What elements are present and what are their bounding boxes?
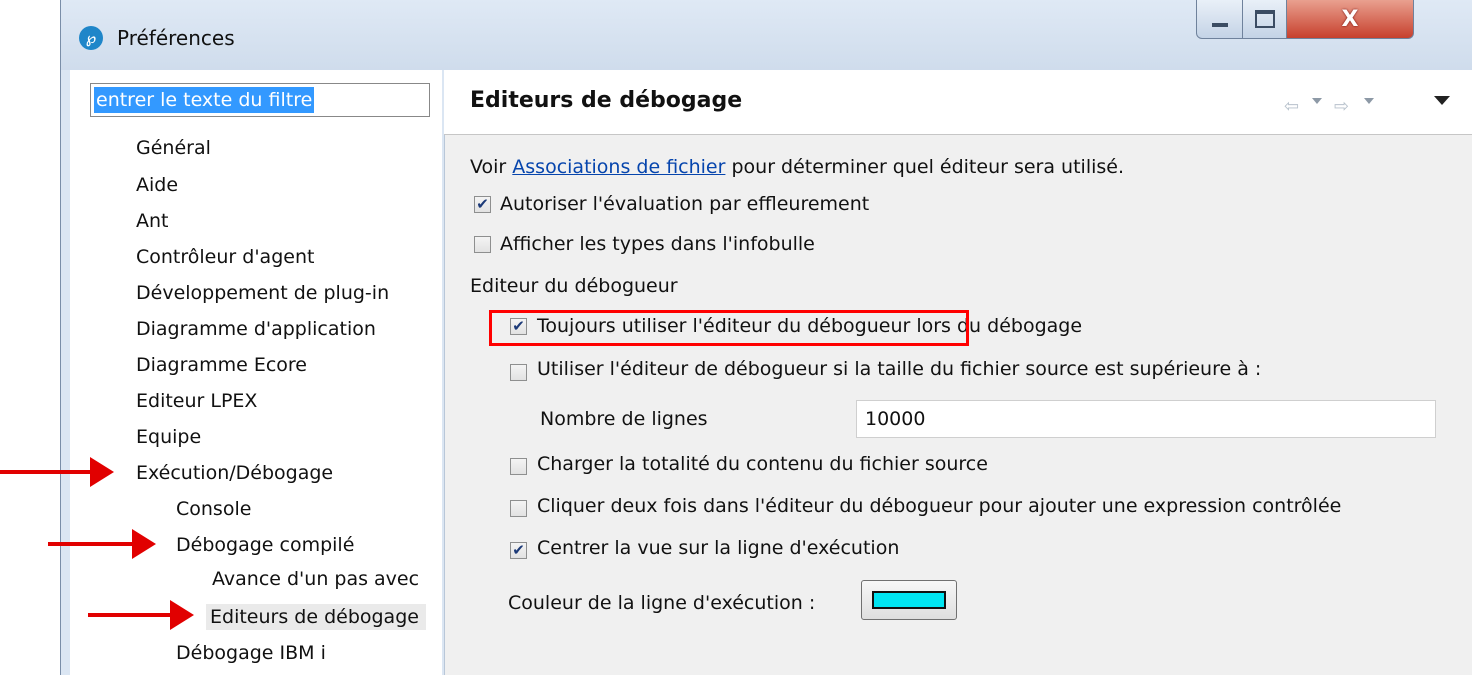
forward-dropdown-icon[interactable]	[1364, 98, 1374, 104]
tree-item-console[interactable]: Console	[176, 496, 251, 522]
annotation-arrow-editeurs	[88, 613, 170, 617]
tree-item-execution-debogage[interactable]: Exécution/Débogage	[136, 460, 333, 486]
double-click-expression-checkbox[interactable]	[510, 500, 527, 517]
view-menu-icon[interactable]	[1434, 96, 1450, 105]
minimize-icon	[1212, 23, 1228, 27]
execution-line-color-label: Couleur de la ligne d'exécution :	[508, 592, 816, 614]
filter-input[interactable]: entrer le texte du filtre	[90, 83, 430, 117]
tree-item-editeur-lpex[interactable]: Editeur LPEX	[136, 388, 257, 414]
color-swatch	[872, 591, 946, 609]
center-execution-line-label: Centrer la vue sur la ligne d'exécution	[537, 537, 900, 559]
execution-line-color-button[interactable]	[861, 580, 957, 620]
forward-arrow-icon[interactable]: ⇨	[1334, 96, 1349, 117]
annotation-arrow-execution	[0, 470, 90, 474]
file-associations-link[interactable]: Associations de fichier	[512, 156, 725, 178]
size-threshold-checkbox[interactable]	[510, 364, 527, 381]
annotation-arrow-debogage-compile	[48, 542, 132, 546]
hover-eval-label: Autoriser l'évaluation par effleurement	[500, 193, 870, 215]
tree-item-debogage-ibm-i[interactable]: Débogage IBM i	[176, 640, 326, 666]
line-count-label: Nombre de lignes	[540, 408, 708, 430]
eclipse-ide-icon: ℘	[79, 26, 103, 50]
load-full-source-checkbox[interactable]	[510, 458, 527, 475]
tree-item-diagramme-application[interactable]: Diagramme d'application	[136, 316, 376, 342]
highlight-box	[489, 310, 969, 346]
hover-eval-checkbox[interactable]: ✔	[474, 196, 491, 213]
tree-item-avance-pas[interactable]: Avance d'un pas avec	[212, 566, 424, 592]
back-dropdown-icon[interactable]	[1312, 98, 1322, 104]
show-types-label: Afficher les types dans l'infobulle	[500, 233, 815, 255]
double-click-expression-label: Cliquer deux fois dans l'éditeur du débo…	[537, 495, 1342, 517]
tree-item-general[interactable]: Général	[136, 135, 211, 161]
tree-item-debogage-compile[interactable]: Débogage compilé	[176, 532, 354, 558]
minimize-button[interactable]	[1196, 0, 1244, 39]
show-types-checkbox[interactable]	[474, 236, 491, 253]
center-execution-line-checkbox[interactable]: ✔	[510, 542, 527, 559]
tree-item-diagramme-ecore[interactable]: Diagramme Ecore	[136, 352, 307, 378]
arrow-head-icon	[132, 529, 156, 559]
window-title: Préférences	[117, 26, 235, 50]
filter-text: entrer le texte du filtre	[94, 87, 315, 113]
arrow-head-icon	[170, 600, 194, 630]
tree-item-equipe[interactable]: Equipe	[136, 424, 201, 450]
maximize-button[interactable]	[1242, 0, 1288, 39]
page-title: Editeurs de débogage	[470, 88, 743, 113]
maximize-icon	[1255, 10, 1275, 28]
tree-item-developpement-plugin[interactable]: Développement de plug-in	[136, 280, 389, 306]
tree-item-aide[interactable]: Aide	[136, 172, 178, 198]
line-count-input[interactable]: 10000	[856, 400, 1436, 438]
arrow-head-icon	[90, 457, 114, 487]
size-threshold-label: Utiliser l'éditeur de débogueur si la ta…	[537, 358, 1262, 380]
close-icon: X	[1341, 6, 1359, 32]
debugger-editor-group-label: Editeur du débogueur	[470, 275, 678, 297]
intro-text: Voir Associations de fichier pour déterm…	[470, 156, 1125, 178]
back-arrow-icon[interactable]: ⇦	[1284, 96, 1299, 117]
title-bar[interactable]: ℘ Préférences X	[61, 0, 1472, 70]
load-full-source-label: Charger la totalité du contenu du fichie…	[537, 453, 988, 475]
tree-item-ant[interactable]: Ant	[136, 208, 169, 234]
tree-item-editeurs-debogage[interactable]: Editeurs de débogage	[206, 604, 426, 630]
tree-item-controleur-agent[interactable]: Contrôleur d'agent	[136, 244, 314, 270]
close-button[interactable]: X	[1286, 0, 1414, 39]
